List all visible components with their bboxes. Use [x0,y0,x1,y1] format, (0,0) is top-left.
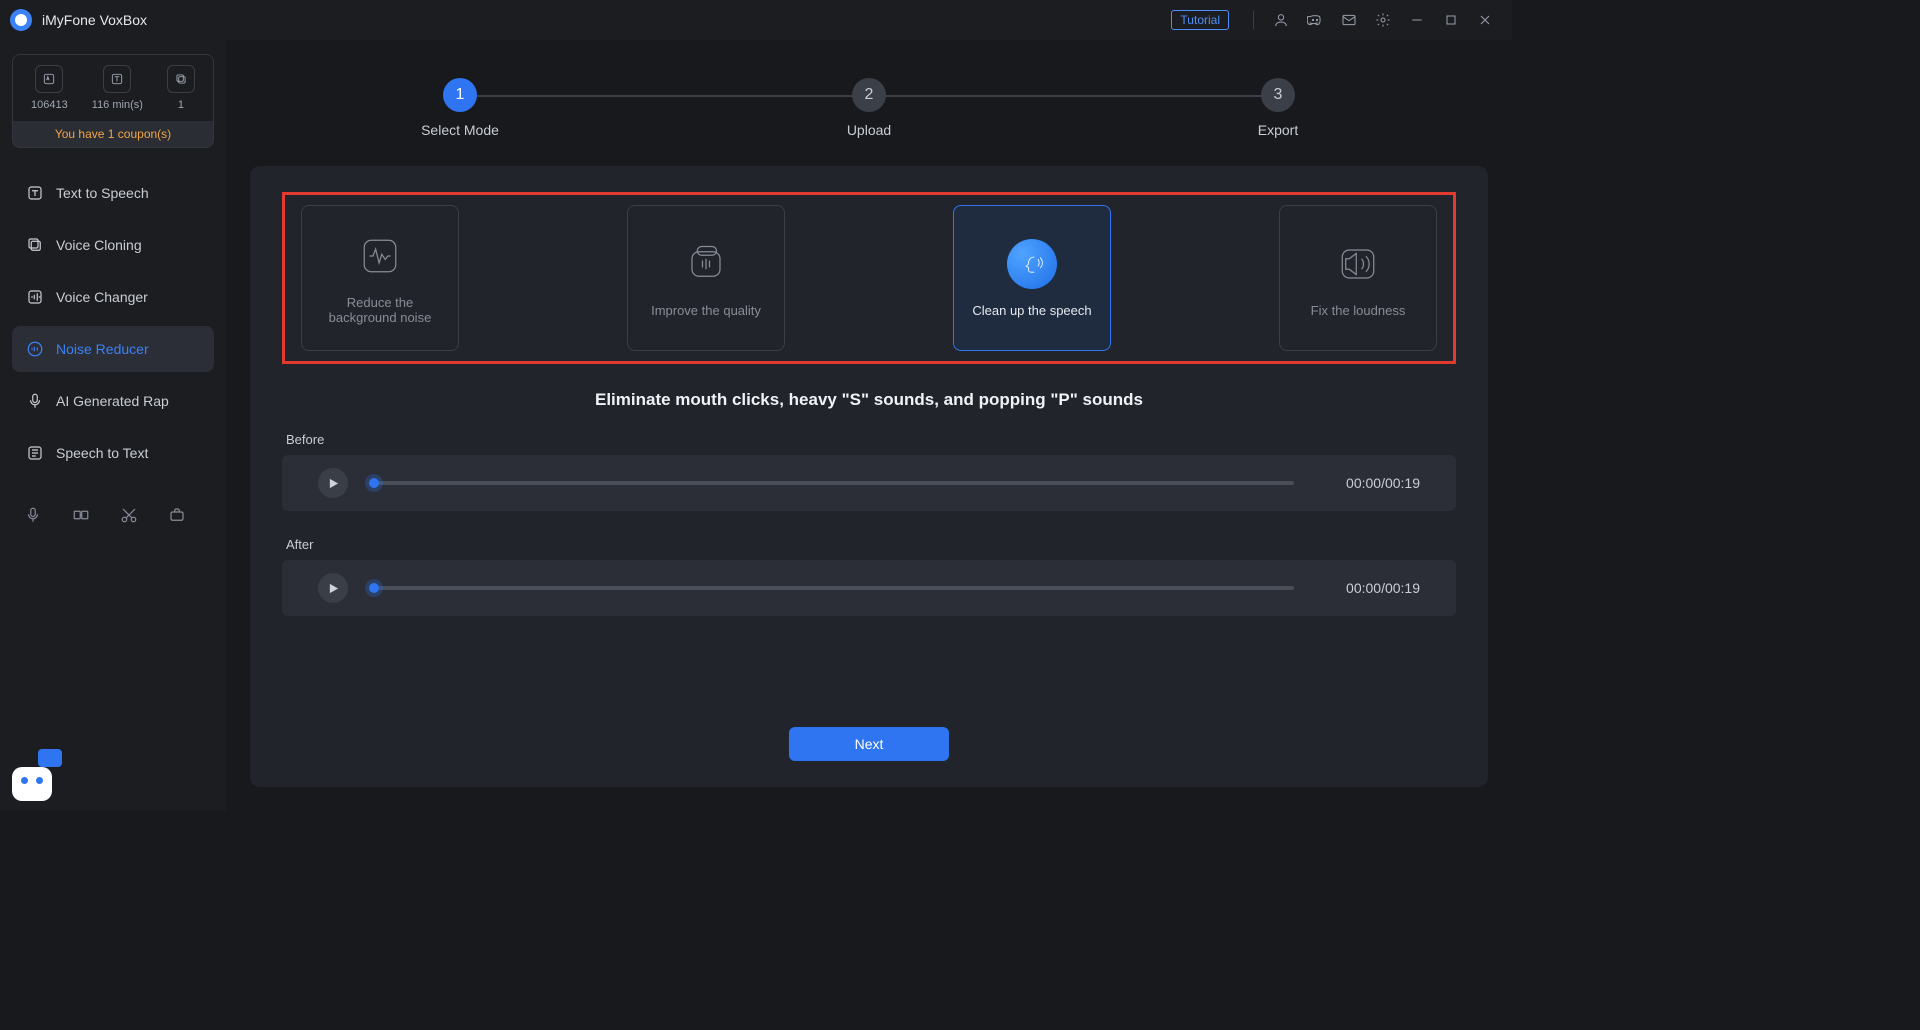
changer-icon [26,288,44,306]
stat-duration: 116 min(s) [92,65,143,111]
mode-improve-quality[interactable]: Improve the quality [627,205,785,351]
sidebar-item-voice-changer[interactable]: Voice Changer [12,274,214,320]
step-number: 3 [1261,78,1295,112]
sidebar-item-label: Noise Reducer [56,341,149,357]
stat-value: 1 [178,99,184,111]
convert-icon[interactable] [72,506,92,526]
sidebar-item-speech-to-text[interactable]: Speech to Text [12,430,214,476]
mail-icon[interactable] [1338,9,1360,31]
briefcase-icon[interactable] [168,506,188,526]
step-export[interactable]: 3 Export [1228,78,1328,138]
step-label: Export [1258,122,1298,138]
step-upload[interactable]: 2 Upload [819,78,919,138]
sidebar-item-label: Voice Changer [56,289,148,305]
after-track[interactable] [374,586,1294,590]
tutorial-button[interactable]: Tutorial [1171,10,1229,30]
sidebar-item-label: Voice Cloning [56,237,142,253]
mode-label: Reduce the background noise [312,295,448,325]
gear-icon[interactable] [1372,9,1394,31]
close-icon[interactable] [1474,9,1496,31]
sidebar-item-label: AI Generated Rap [56,393,169,409]
after-play-button[interactable] [318,573,348,603]
next-button[interactable]: Next [789,727,949,761]
before-label: Before [286,432,1456,447]
noise-reducer-icon [26,340,44,358]
mode-label: Clean up the speech [972,303,1091,318]
before-player: 00:00/00:19 [282,455,1456,511]
sidebar-item-text-to-speech[interactable]: Text to Speech [12,170,214,216]
minimize-icon[interactable] [1406,9,1428,31]
app-logo-icon [10,9,32,31]
stat-characters: 106413 [31,65,68,111]
before-playhead-icon[interactable] [369,478,379,488]
copy-icon [167,65,195,93]
waveform-box-icon [355,231,405,281]
after-playhead-icon[interactable] [369,583,379,593]
mic-icon [26,392,44,410]
clone-icon [26,236,44,254]
chatbot-button[interactable] [8,751,60,803]
mode-label: Fix the loudness [1311,303,1406,318]
titlebar: iMyFone VoxBox Tutorial [0,0,1512,40]
sidebar-nav: Text to Speech Voice Cloning Voice Chang… [12,170,214,476]
before-track[interactable] [374,481,1294,485]
sidebar-item-noise-reducer[interactable]: Noise Reducer [12,326,214,372]
stepper: 1 Select Mode 2 Upload 3 Export [250,56,1488,166]
stat-copies: 1 [167,65,195,111]
stt-icon [26,444,44,462]
step-number: 2 [852,78,886,112]
maximize-icon[interactable] [1440,9,1462,31]
sidebar: 106413 116 min(s) 1 You have 1 coupon(s)… [0,40,226,811]
sidebar-item-label: Text to Speech [56,185,149,201]
after-label: After [286,537,1456,552]
user-icon[interactable] [1270,9,1292,31]
quality-icon [681,239,731,289]
modes-highlight-box: Reduce the background noise Improve the … [282,192,1456,364]
chat-bubble-icon [38,749,62,767]
mode-cleanup-speech[interactable]: Clean up the speech [953,205,1111,351]
main-area: 1 Select Mode 2 Upload 3 Export Reduce t… [226,40,1512,811]
sidebar-item-ai-rap[interactable]: AI Generated Rap [12,378,214,424]
duration-icon [103,65,131,93]
step-label: Select Mode [421,122,499,138]
chatbot-face-icon [12,767,52,801]
after-time: 00:00/00:19 [1320,580,1420,596]
step-number: 1 [443,78,477,112]
cut-icon[interactable] [120,506,140,526]
stats-card[interactable]: 106413 116 min(s) 1 You have 1 coupon(s) [12,54,214,148]
content-panel: Reduce the background noise Improve the … [250,166,1488,787]
stat-value: 106413 [31,99,68,111]
sidebar-tool-row [12,506,214,526]
mode-description: Eliminate mouth clicks, heavy "S" sounds… [282,390,1456,410]
mode-reduce-noise[interactable]: Reduce the background noise [301,205,459,351]
mode-label: Improve the quality [651,303,761,318]
step-label: Upload [847,122,891,138]
loudness-icon [1333,239,1383,289]
separator [1253,11,1254,29]
before-time: 00:00/00:19 [1320,475,1420,491]
step-select-mode[interactable]: 1 Select Mode [410,78,510,138]
sidebar-item-voice-cloning[interactable]: Voice Cloning [12,222,214,268]
record-icon[interactable] [24,506,44,526]
discord-icon[interactable] [1304,9,1326,31]
coupon-banner[interactable]: You have 1 coupon(s) [13,121,213,147]
tts-icon [26,184,44,202]
before-play-button[interactable] [318,468,348,498]
after-player: 00:00/00:19 [282,560,1456,616]
speech-head-icon [1007,239,1057,289]
mode-fix-loudness[interactable]: Fix the loudness [1279,205,1437,351]
char-count-icon [35,65,63,93]
sidebar-item-label: Speech to Text [56,445,148,461]
app-title: iMyFone VoxBox [42,12,147,28]
stat-value: 116 min(s) [92,99,143,111]
